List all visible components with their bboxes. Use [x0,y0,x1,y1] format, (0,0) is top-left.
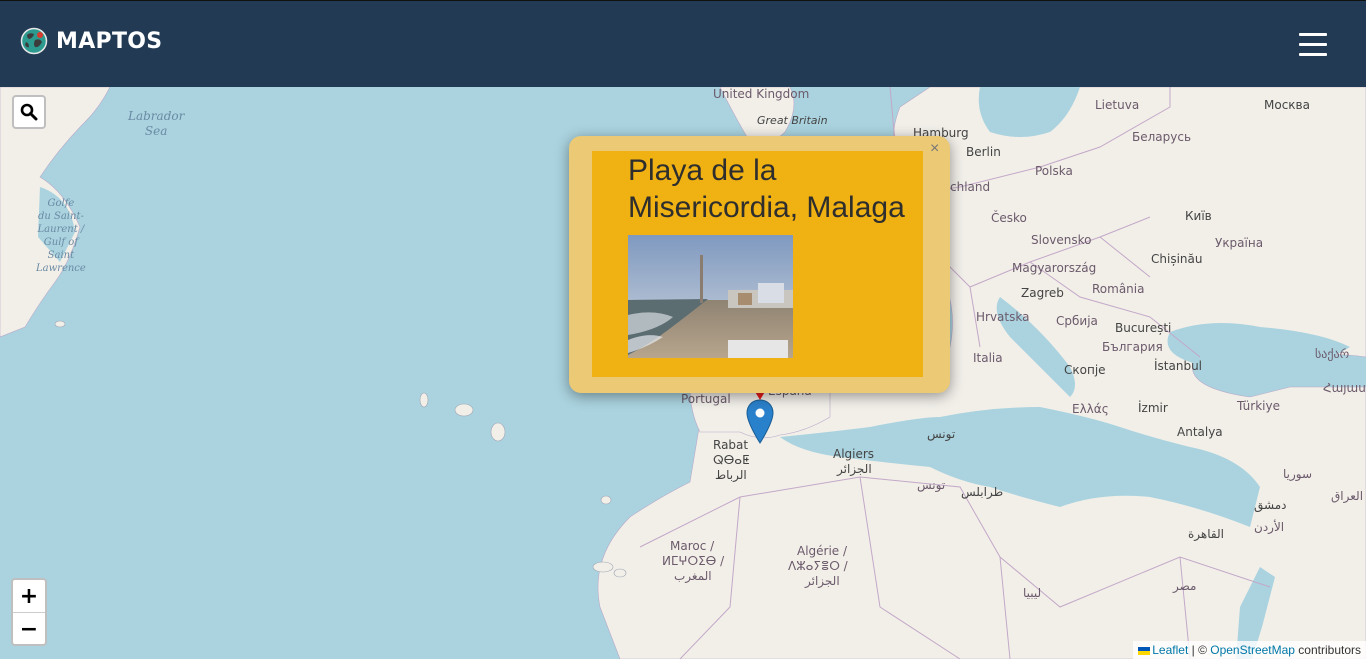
zoom-control: + − [11,578,47,646]
map-label-bucuresti: București [1115,321,1172,335]
map-label-algerie-arabic: الجزائر [805,574,840,588]
zoom-out-button[interactable]: − [13,613,45,644]
map-label-zagreb: Zagreb [1021,286,1064,300]
map-label-tripoli: طرابلس [961,485,1004,499]
leaflet-link[interactable]: Leaflet [1152,643,1188,657]
search-icon [20,103,38,121]
map-label-misr: مصر [1173,579,1197,593]
brand-link[interactable]: MAPTOS [20,27,162,55]
map-label-gulf-st-lawrence: Golfe du Saint- Laurent / Gulf of Saint … [36,198,86,274]
zoom-in-button[interactable]: + [13,580,45,613]
map-label-syria: سوريا [1283,467,1313,481]
map-label-algiers-arabic: الجزائر [837,462,872,476]
map-search-button[interactable] [12,95,46,129]
map-label-izmir: İzmir [1138,401,1168,415]
blue-location-marker[interactable] [745,399,775,445]
map-label-magyarorszag: Magyarország [1012,261,1097,275]
location-popup: Playa de la Misericordia, Malaga [569,136,950,393]
map-label-skopje: Скопје [1064,363,1106,377]
map-label-united-kingdom: United Kingdom [713,87,810,101]
map-label-georgia: საქარ [1315,347,1350,361]
map-label-ellas: Ελλάς [1072,402,1109,416]
map-label-ukraina: Україна [1215,236,1264,250]
map-label-algiers: Algiers [833,447,875,461]
map-label-polska: Polska [1035,164,1073,178]
globe-icon [20,27,48,55]
map-label-lietuva: Lietuva [1095,98,1140,112]
popup-close-button[interactable]: × [930,141,939,157]
map-label-cairo: القاهرة [1188,527,1224,541]
brand-name: MAPTOS [56,28,163,54]
map-label-kyiv: Київ [1185,209,1212,223]
attribution-separator: | © [1188,643,1211,657]
map-label-belarus: Беларусь [1132,130,1192,144]
map-label-libya: ليبيا [1023,586,1042,600]
map-label-portugal: Portugal [681,392,731,406]
map-label-tunis: تونس [927,427,956,441]
map-label-turkiye: Türkiye [1237,399,1280,413]
map-label-berlin: Berlin [966,145,1001,159]
map-label-rabat-tifinagh: ⵕⴱⴰⵟ [713,453,750,467]
map-label-algerie: Algérie / [797,544,848,558]
map-label-rabat-arabic: الرباط [715,468,747,482]
attribution-suffix: contributors [1294,643,1361,657]
map-label-labrador-sea: Labrador Sea [128,109,185,138]
map-label-chisinau: Chișinău [1151,252,1203,266]
map-attribution: Leaflet | © OpenStreetMap contributors [1133,641,1366,659]
map-label-antalya: Antalya [1177,425,1223,439]
hamburger-menu-icon[interactable] [1297,30,1331,60]
map-label-italia: Italia [973,351,1003,365]
map-label-maroc-tifinagh: ⵍⵎⵖⵔⵉⴱ / [662,554,725,568]
map-label-bulgaria: България [1102,340,1163,354]
map-label-slovensko: Slovensko [1031,233,1092,247]
map-label-great-britain: Great Britain [757,114,828,127]
popup-title: Playa de la Misericordia, Malaga [628,154,905,224]
map-label-srbija: Србија [1056,314,1098,328]
map-label-tunisia: تونس [917,478,946,492]
map-label-maroc: Maroc / [670,539,715,553]
map-label-moskva: Москва [1264,98,1310,112]
beach-photo-image [628,235,793,358]
map-label-romania: România [1092,282,1145,296]
ukraine-flag-icon [1138,646,1151,655]
popup-content: Playa de la Misericordia, Malaga [592,151,923,377]
map-label-dimashq: دمشق [1254,498,1287,512]
map-label-iraq: العراق [1331,489,1364,503]
top-navbar: MAPTOS [0,0,1366,87]
map-label-armenia: Հայաս [1323,381,1366,395]
osm-link[interactable]: OpenStreetMap [1210,643,1295,657]
map-label-cesko: Česko [991,211,1027,225]
map-label-hrvatska: Hrvatska [976,310,1030,324]
map-label-maroc-arabic: المغرب [674,569,712,583]
beach-photo [628,235,793,358]
map-label-jordan: الأردن [1254,520,1285,534]
map-label-deutschland: chland [950,180,991,194]
map-label-algerie-tifinagh: ⴷⵣⴰⵢⴻⵔ / [788,559,848,573]
map-label-rabat: Rabat [713,438,749,452]
map-label-istanbul: İstanbul [1154,359,1203,373]
